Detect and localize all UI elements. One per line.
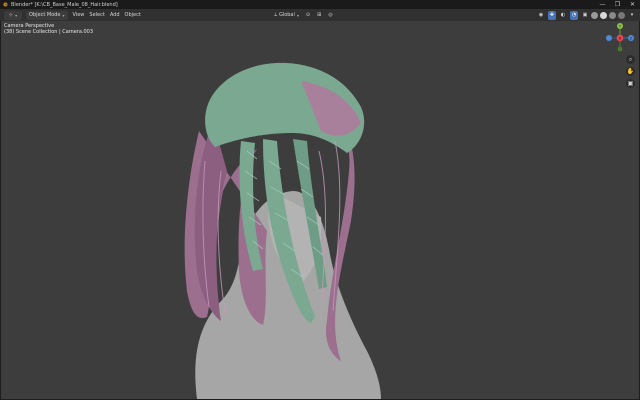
pan-button[interactable]: ✋: [626, 67, 635, 76]
rendered-shading-button[interactable]: [618, 11, 625, 19]
zoom-icon: ⌕: [628, 55, 633, 63]
xray-icon: ▣: [582, 12, 588, 18]
pivot-point-button[interactable]: ⊙: [304, 11, 312, 20]
material-shading-button[interactable]: [609, 11, 616, 19]
object-mode-label: Object Mode: [29, 12, 61, 18]
eye-icon: ◉: [538, 12, 544, 18]
3d-viewport[interactable]: Camera Perspective (38) Scene Collection…: [1, 21, 639, 399]
gizmo-toggle[interactable]: ✥: [548, 10, 556, 20]
visibility-dropdown[interactable]: ◉: [537, 11, 545, 20]
editor-type-button[interactable]: ⊹ ▾: [4, 10, 22, 20]
camera-view-button[interactable]: ▣: [626, 79, 635, 88]
snap-button[interactable]: ⊞: [315, 11, 323, 20]
maximize-button[interactable]: ❐: [610, 0, 625, 9]
scene-render: [184, 62, 381, 399]
window-title: Blender* [K:\CB_Base_Male_08_Hair.blend]: [11, 1, 118, 8]
xray-toggle[interactable]: ▣: [581, 11, 589, 20]
zoom-button[interactable]: ⌕: [626, 55, 635, 64]
overlay-toggle[interactable]: ◔: [570, 10, 578, 20]
collection-info: (38) Scene Collection | Camera.003: [4, 29, 94, 35]
shading-options-dropdown[interactable]: ▾: [628, 11, 636, 20]
gizmo-neg-y-axis[interactable]: [617, 46, 623, 52]
snap-icon: ⊞: [317, 12, 322, 18]
object-mode-dropdown[interactable]: Object Mode ▾: [26, 10, 68, 20]
close-button[interactable]: ✕: [625, 0, 640, 9]
gizmo-neg-z-axis[interactable]: [606, 35, 612, 41]
menu-view[interactable]: View: [73, 12, 85, 18]
camera-icon: ▣: [627, 80, 634, 87]
menu-select[interactable]: Select: [89, 12, 104, 18]
menu-object[interactable]: Object: [125, 12, 141, 18]
hand-pan-icon: ✋: [626, 68, 635, 75]
viewport-info: Camera Perspective (38) Scene Collection…: [4, 23, 93, 35]
menu-add[interactable]: Add: [110, 12, 120, 18]
navigation-gizmo[interactable]: Y Z X: [603, 21, 637, 55]
solid-shading-button[interactable]: [600, 11, 607, 19]
transform-orientation-dropdown[interactable]: ⟂ Global ▾: [272, 11, 301, 20]
overlay-dropdown[interactable]: ◐: [559, 11, 567, 20]
proportional-icon: ◎: [328, 12, 333, 18]
chevron-down-icon: ▾: [630, 12, 634, 18]
orientation-icon: ⟂: [274, 12, 278, 18]
chevron-down-icon: ▾: [62, 12, 65, 18]
overlay-icon: ◐: [560, 12, 566, 18]
title-bar: Blender* [K:\CB_Base_Male_08_Hair.blend]…: [0, 0, 640, 9]
orientation-label: Global: [278, 12, 295, 18]
wireframe-shading-button[interactable]: [591, 11, 598, 19]
editor-type-icon: ⊹: [8, 12, 14, 18]
pivot-icon: ⊙: [305, 12, 311, 18]
blender-logo-icon: [3, 2, 8, 7]
gizmo-icon: ✥: [549, 12, 555, 18]
viewport-header: ⊹ ▾ Object Mode ▾ View Select Add Object…: [0, 9, 640, 21]
chevron-down-icon: ▾: [296, 12, 299, 18]
minimize-button[interactable]: —: [595, 0, 610, 9]
chevron-down-icon: ▾: [15, 12, 18, 18]
proportional-edit-button[interactable]: ◎: [326, 11, 334, 20]
overlays-icon: ◔: [571, 12, 577, 18]
